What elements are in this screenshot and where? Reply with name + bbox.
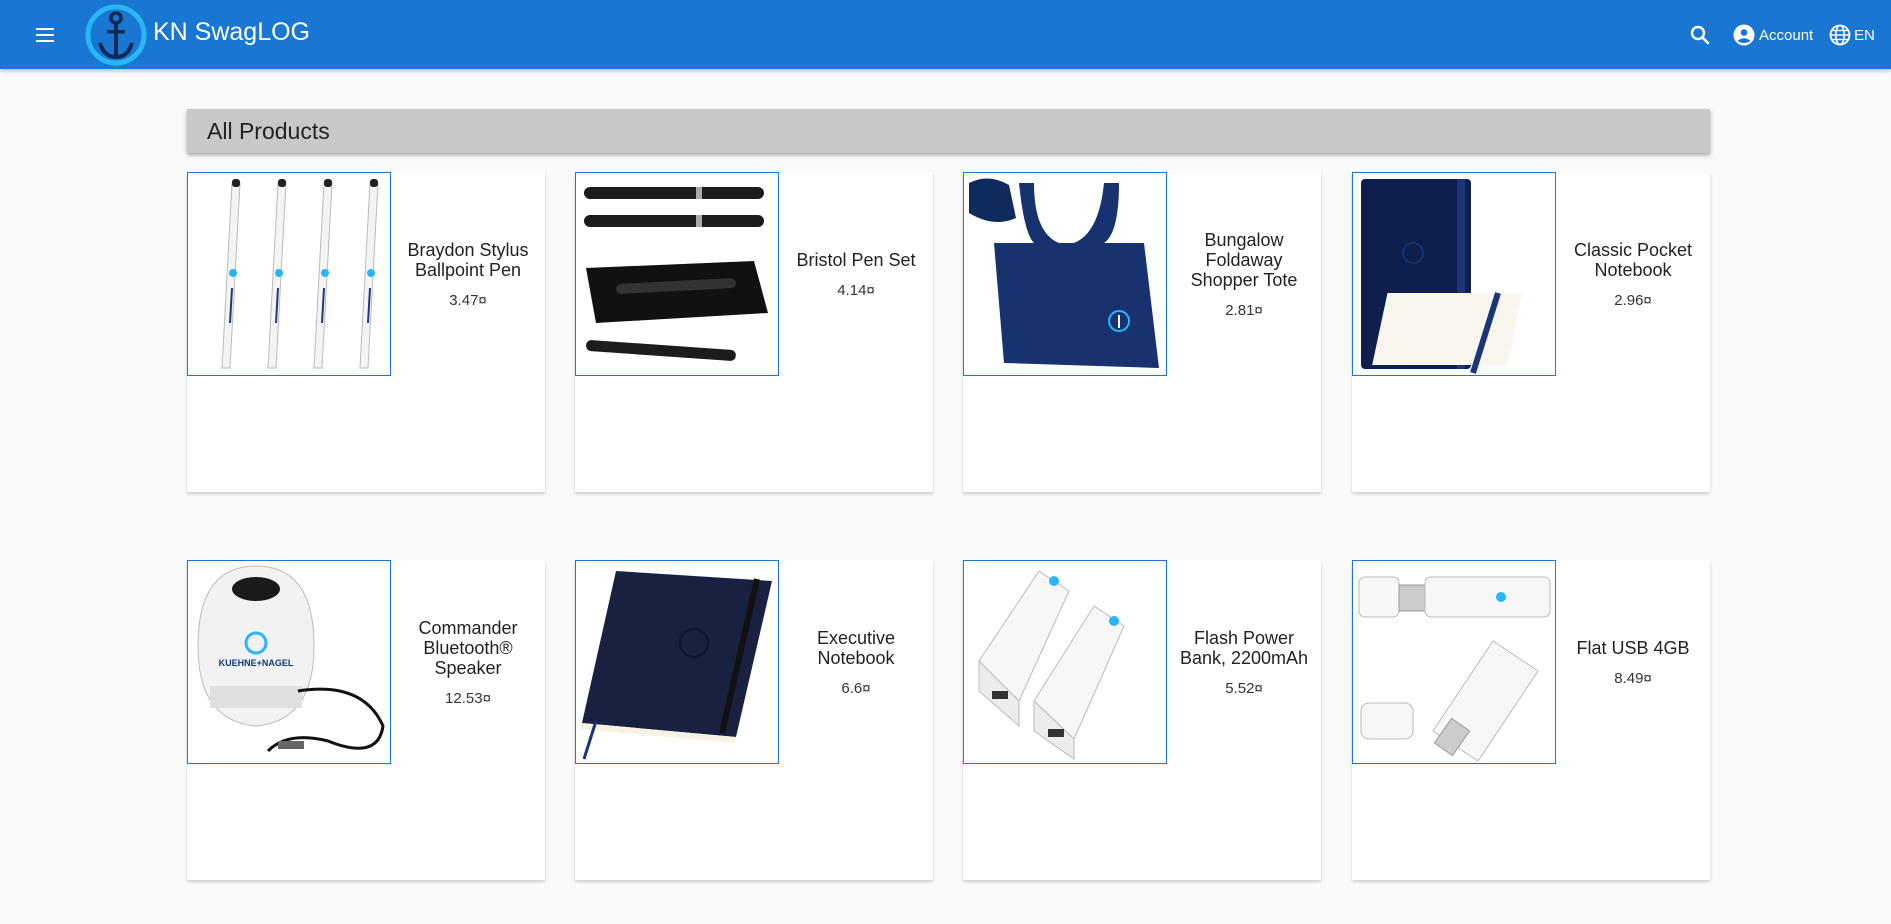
product-info: Classic Pocket Notebook 2.96¤ <box>1556 172 1710 376</box>
product-name[interactable]: Bristol Pen Set <box>796 250 915 270</box>
product-info: Flash Power Bank, 2200mAh 5.52¤ <box>1167 560 1321 764</box>
product-price: 2.81¤ <box>1225 301 1263 319</box>
account-circle-icon <box>1733 24 1755 46</box>
product-info: Commander Bluetooth® Speaker 12.53¤ <box>391 560 545 764</box>
product-price: 5.52¤ <box>1225 679 1263 697</box>
search-button[interactable] <box>1685 20 1715 50</box>
product-card[interactable]: Bristol Pen Set 4.14¤ <box>575 172 933 492</box>
account-label: Account <box>1759 26 1814 44</box>
product-price: 12.53¤ <box>445 689 491 707</box>
product-card[interactable]: Flat USB 4GB 8.49¤ <box>1352 560 1710 880</box>
product-name[interactable]: Flash Power Bank, 2200mAh <box>1173 628 1315 668</box>
speaker-image: KUEHNE+NAGEL <box>197 565 385 753</box>
brand-title[interactable]: KN SwagLOG <box>153 18 310 47</box>
product-image[interactable]: KUEHNE+NAGEL <box>187 560 391 764</box>
language-label: EN <box>1854 26 1875 44</box>
account-button[interactable]: Account <box>1733 20 1813 50</box>
globe-icon <box>1829 24 1851 46</box>
power-bank-image <box>978 570 1125 760</box>
usb-drive-image <box>1358 576 1551 762</box>
product-info: Bungalow Foldaway Shopper Tote 2.81¤ <box>1167 172 1321 376</box>
svg-text:KUEHNE+NAGEL: KUEHNE+NAGEL <box>219 658 294 668</box>
product-price: 2.96¤ <box>1614 291 1652 309</box>
product-info: Braydon Stylus Ballpoint Pen 3.47¤ <box>391 172 545 376</box>
product-price: 8.49¤ <box>1614 669 1652 687</box>
executive-notebook-image <box>580 571 772 760</box>
product-name[interactable]: Commander Bluetooth® Speaker <box>397 618 539 678</box>
menu-icon <box>36 28 54 30</box>
product-image[interactable] <box>963 172 1167 376</box>
product-price: 6.6¤ <box>841 679 871 697</box>
product-info: Flat USB 4GB 8.49¤ <box>1556 560 1710 764</box>
product-image[interactable] <box>187 172 391 376</box>
product-image[interactable] <box>963 560 1167 764</box>
product-name[interactable]: Bungalow Foldaway Shopper Tote <box>1173 230 1315 290</box>
product-card[interactable]: Bungalow Foldaway Shopper Tote 2.81¤ <box>963 172 1321 492</box>
product-card[interactable]: Braydon Stylus Ballpoint Pen 3.47¤ <box>187 172 545 492</box>
product-image[interactable] <box>575 172 779 376</box>
product-price: 3.47¤ <box>449 291 487 309</box>
product-name[interactable]: Flat USB 4GB <box>1576 638 1689 658</box>
product-image[interactable] <box>1352 172 1556 376</box>
product-info: Executive Notebook 6.6¤ <box>779 560 933 764</box>
pens-image <box>221 179 379 369</box>
search-icon <box>1690 25 1710 45</box>
product-card[interactable]: Executive Notebook 6.6¤ <box>575 560 933 880</box>
product-name[interactable]: Executive Notebook <box>785 628 927 668</box>
anchor-logo[interactable] <box>84 3 148 67</box>
product-name[interactable]: Braydon Stylus Ballpoint Pen <box>397 240 539 280</box>
product-image[interactable] <box>575 560 779 764</box>
section-title: All Products <box>207 118 330 144</box>
product-name[interactable]: Classic Pocket Notebook <box>1562 240 1704 280</box>
pen-set-image <box>584 187 768 361</box>
product-price: 4.14¤ <box>837 281 875 299</box>
section-header: All Products <box>187 109 1710 153</box>
product-image[interactable] <box>1352 560 1556 764</box>
menu-icon-line <box>36 34 54 36</box>
tote-bag-image <box>969 178 1159 368</box>
pocket-notebook-image <box>1361 179 1523 374</box>
menu-icon-line <box>36 40 54 42</box>
product-card[interactable]: KUEHNE+NAGEL Commander Bluetooth® Speake… <box>187 560 545 880</box>
language-button[interactable]: EN <box>1829 20 1875 50</box>
product-card[interactable]: Flash Power Bank, 2200mAh 5.52¤ <box>963 560 1321 880</box>
menu-button[interactable] <box>30 20 60 50</box>
app-bar: KN SwagLOG Account EN <box>0 0 1891 69</box>
product-info: Bristol Pen Set 4.14¤ <box>779 172 933 376</box>
product-card[interactable]: Classic Pocket Notebook 2.96¤ <box>1352 172 1710 492</box>
